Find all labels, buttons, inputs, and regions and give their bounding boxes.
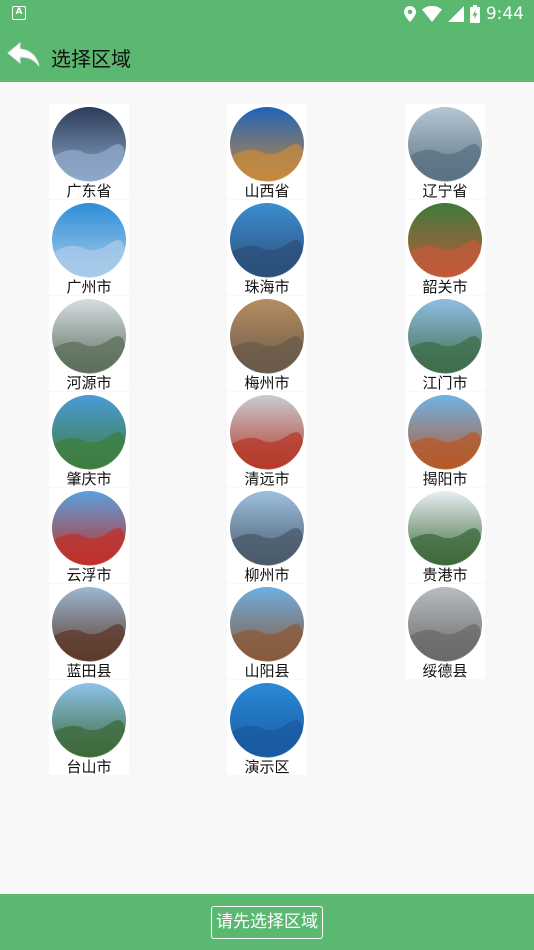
region-photo bbox=[408, 299, 482, 374]
region-photo bbox=[408, 107, 482, 182]
back-arrow-icon bbox=[7, 42, 40, 67]
region-label: 台山市 bbox=[66, 758, 112, 776]
region-item[interactable]: 珠海市 bbox=[227, 200, 307, 296]
region-item[interactable]: 柳州市 bbox=[227, 488, 307, 584]
region-photo bbox=[52, 587, 126, 662]
region-photo bbox=[408, 491, 482, 566]
status-icons: 9:44 bbox=[403, 3, 524, 25]
region-label: 蓝田县 bbox=[66, 662, 112, 680]
region-item[interactable]: 河源市 bbox=[49, 296, 129, 392]
app-bar: 选择区域 bbox=[0, 28, 534, 82]
battery-icon bbox=[469, 5, 480, 23]
region-label: 演示区 bbox=[244, 758, 290, 776]
region-photo bbox=[52, 395, 126, 470]
confirm-region-button[interactable]: 请先选择区域 bbox=[211, 906, 323, 939]
region-photo bbox=[230, 491, 304, 566]
back-button[interactable] bbox=[6, 38, 42, 72]
region-item[interactable]: 辽宁省 bbox=[405, 104, 485, 200]
wifi-icon bbox=[421, 6, 442, 22]
region-item[interactable]: 绥德县 bbox=[405, 584, 485, 680]
region-label: 梅州市 bbox=[244, 374, 290, 392]
region-label: 云浮市 bbox=[66, 566, 112, 584]
region-label: 广州市 bbox=[66, 278, 112, 296]
region-label: 绥德县 bbox=[422, 662, 468, 680]
region-item[interactable]: 肇庆市 bbox=[49, 392, 129, 488]
region-item[interactable]: 韶关市 bbox=[405, 200, 485, 296]
region-label: 江门市 bbox=[422, 374, 468, 392]
region-item[interactable]: 云浮市 bbox=[49, 488, 129, 584]
location-icon bbox=[403, 6, 416, 22]
region-item[interactable]: 蓝田县 bbox=[49, 584, 129, 680]
region-item[interactable]: 台山市 bbox=[49, 680, 129, 776]
region-photo bbox=[408, 587, 482, 662]
region-item[interactable]: 梅州市 bbox=[227, 296, 307, 392]
region-photo bbox=[408, 203, 482, 278]
region-photo bbox=[230, 587, 304, 662]
region-label: 珠海市 bbox=[244, 278, 290, 296]
bottom-bar: 请先选择区域 bbox=[0, 894, 534, 950]
region-label: 清远市 bbox=[244, 470, 290, 488]
region-label: 山阳县 bbox=[244, 662, 290, 680]
signal-icon bbox=[447, 6, 464, 22]
region-photo bbox=[52, 683, 126, 758]
page-title: 选择区域 bbox=[51, 47, 131, 71]
region-item[interactable]: 山阳县 bbox=[227, 584, 307, 680]
region-item[interactable]: 清远市 bbox=[227, 392, 307, 488]
region-item[interactable]: 揭阳市 bbox=[405, 392, 485, 488]
region-photo bbox=[52, 299, 126, 374]
region-photo bbox=[52, 203, 126, 278]
region-photo bbox=[230, 107, 304, 182]
region-photo bbox=[230, 395, 304, 470]
region-label: 韶关市 bbox=[422, 278, 468, 296]
region-item[interactable]: 江门市 bbox=[405, 296, 485, 392]
region-label: 广东省 bbox=[66, 182, 112, 200]
region-photo bbox=[408, 395, 482, 470]
region-photo bbox=[230, 203, 304, 278]
region-label: 河源市 bbox=[66, 374, 112, 392]
region-photo bbox=[52, 491, 126, 566]
region-item[interactable]: 广州市 bbox=[49, 200, 129, 296]
region-photo bbox=[230, 683, 304, 758]
region-photo bbox=[52, 107, 126, 182]
region-item[interactable]: 山西省 bbox=[227, 104, 307, 200]
region-item[interactable]: 演示区 bbox=[227, 680, 307, 776]
region-label: 辽宁省 bbox=[422, 182, 468, 200]
region-item[interactable]: 贵港市 bbox=[405, 488, 485, 584]
notification-icon: A bbox=[12, 6, 26, 20]
region-label: 揭阳市 bbox=[422, 470, 468, 488]
region-label: 肇庆市 bbox=[66, 470, 112, 488]
region-photo bbox=[230, 299, 304, 374]
region-item[interactable]: 广东省 bbox=[49, 104, 129, 200]
region-label: 贵港市 bbox=[422, 566, 468, 584]
region-label: 柳州市 bbox=[244, 566, 290, 584]
clock: 9:44 bbox=[485, 4, 524, 24]
status-bar: A 9:44 bbox=[0, 0, 534, 28]
region-label: 山西省 bbox=[244, 182, 290, 200]
